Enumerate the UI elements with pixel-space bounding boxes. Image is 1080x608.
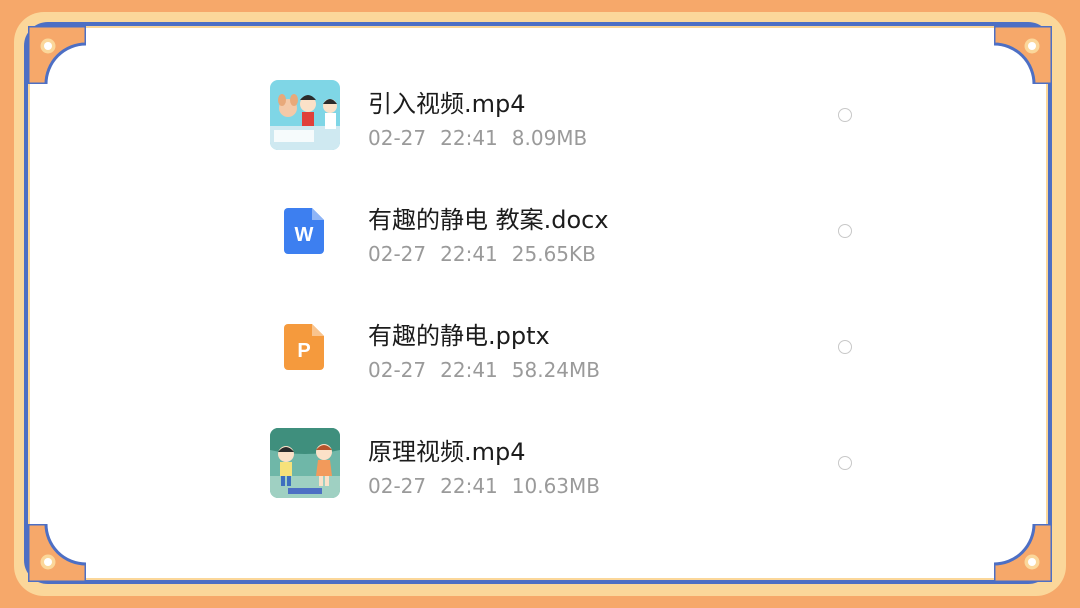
file-list-item[interactable]: 原理视频.mp4 02-27 22:41 10.63MB	[242, 406, 896, 522]
corner-ornament-icon	[994, 26, 1052, 84]
file-meta: 02-27 22:41 25.65KB	[368, 242, 610, 266]
file-date: 02-27	[368, 474, 427, 498]
file-time: 22:41	[440, 242, 498, 266]
file-time: 22:41	[440, 474, 498, 498]
file-list-item[interactable]: W 有趣的静电 教案.docx 02-27 22:41 25.65KB	[242, 174, 896, 290]
file-meta: 02-27 22:41 58.24MB	[368, 358, 614, 382]
corner-ornament-icon	[28, 26, 86, 84]
file-name: 有趣的静电.pptx	[368, 322, 550, 350]
file-list: 引入视频.mp4 02-27 22:41 8.09MB W 有趣的静电 教案.doc…	[242, 58, 896, 558]
file-name: 有趣的静电 教案.docx	[368, 206, 609, 234]
select-radio[interactable]	[838, 224, 852, 238]
file-date: 02-27	[368, 242, 427, 266]
file-date: 02-27	[368, 126, 427, 150]
file-size: 25.65KB	[511, 242, 596, 266]
file-list-item[interactable]: 引入视频.mp4 02-27 22:41 8.09MB	[242, 58, 896, 174]
select-radio[interactable]	[838, 456, 852, 470]
corner-ornament-icon	[994, 524, 1052, 582]
file-time: 22:41	[440, 126, 498, 150]
file-name: 原理视频.mp4	[368, 438, 526, 466]
corner-ornament-icon	[28, 524, 86, 582]
powerpoint-document-icon: P	[284, 324, 324, 370]
file-date: 02-27	[368, 358, 427, 382]
svg-text:P: P	[297, 340, 310, 362]
svg-text:W: W	[295, 224, 314, 246]
select-radio[interactable]	[838, 108, 852, 122]
video-thumbnail-icon	[270, 80, 340, 150]
file-size: 58.24MB	[511, 358, 600, 382]
select-radio[interactable]	[838, 340, 852, 354]
file-meta: 02-27 22:41 10.63MB	[368, 474, 614, 498]
word-document-icon: W	[284, 208, 324, 254]
video-thumbnail-icon	[270, 428, 340, 498]
file-size: 8.09MB	[511, 126, 588, 150]
file-list-item[interactable]: P 有趣的静电.pptx 02-27 22:41 58.24MB	[242, 290, 896, 406]
file-size: 10.63MB	[511, 474, 600, 498]
file-meta: 02-27 22:41 8.09MB	[368, 126, 601, 150]
file-time: 22:41	[440, 358, 498, 382]
file-name: 引入视频.mp4	[368, 90, 526, 118]
